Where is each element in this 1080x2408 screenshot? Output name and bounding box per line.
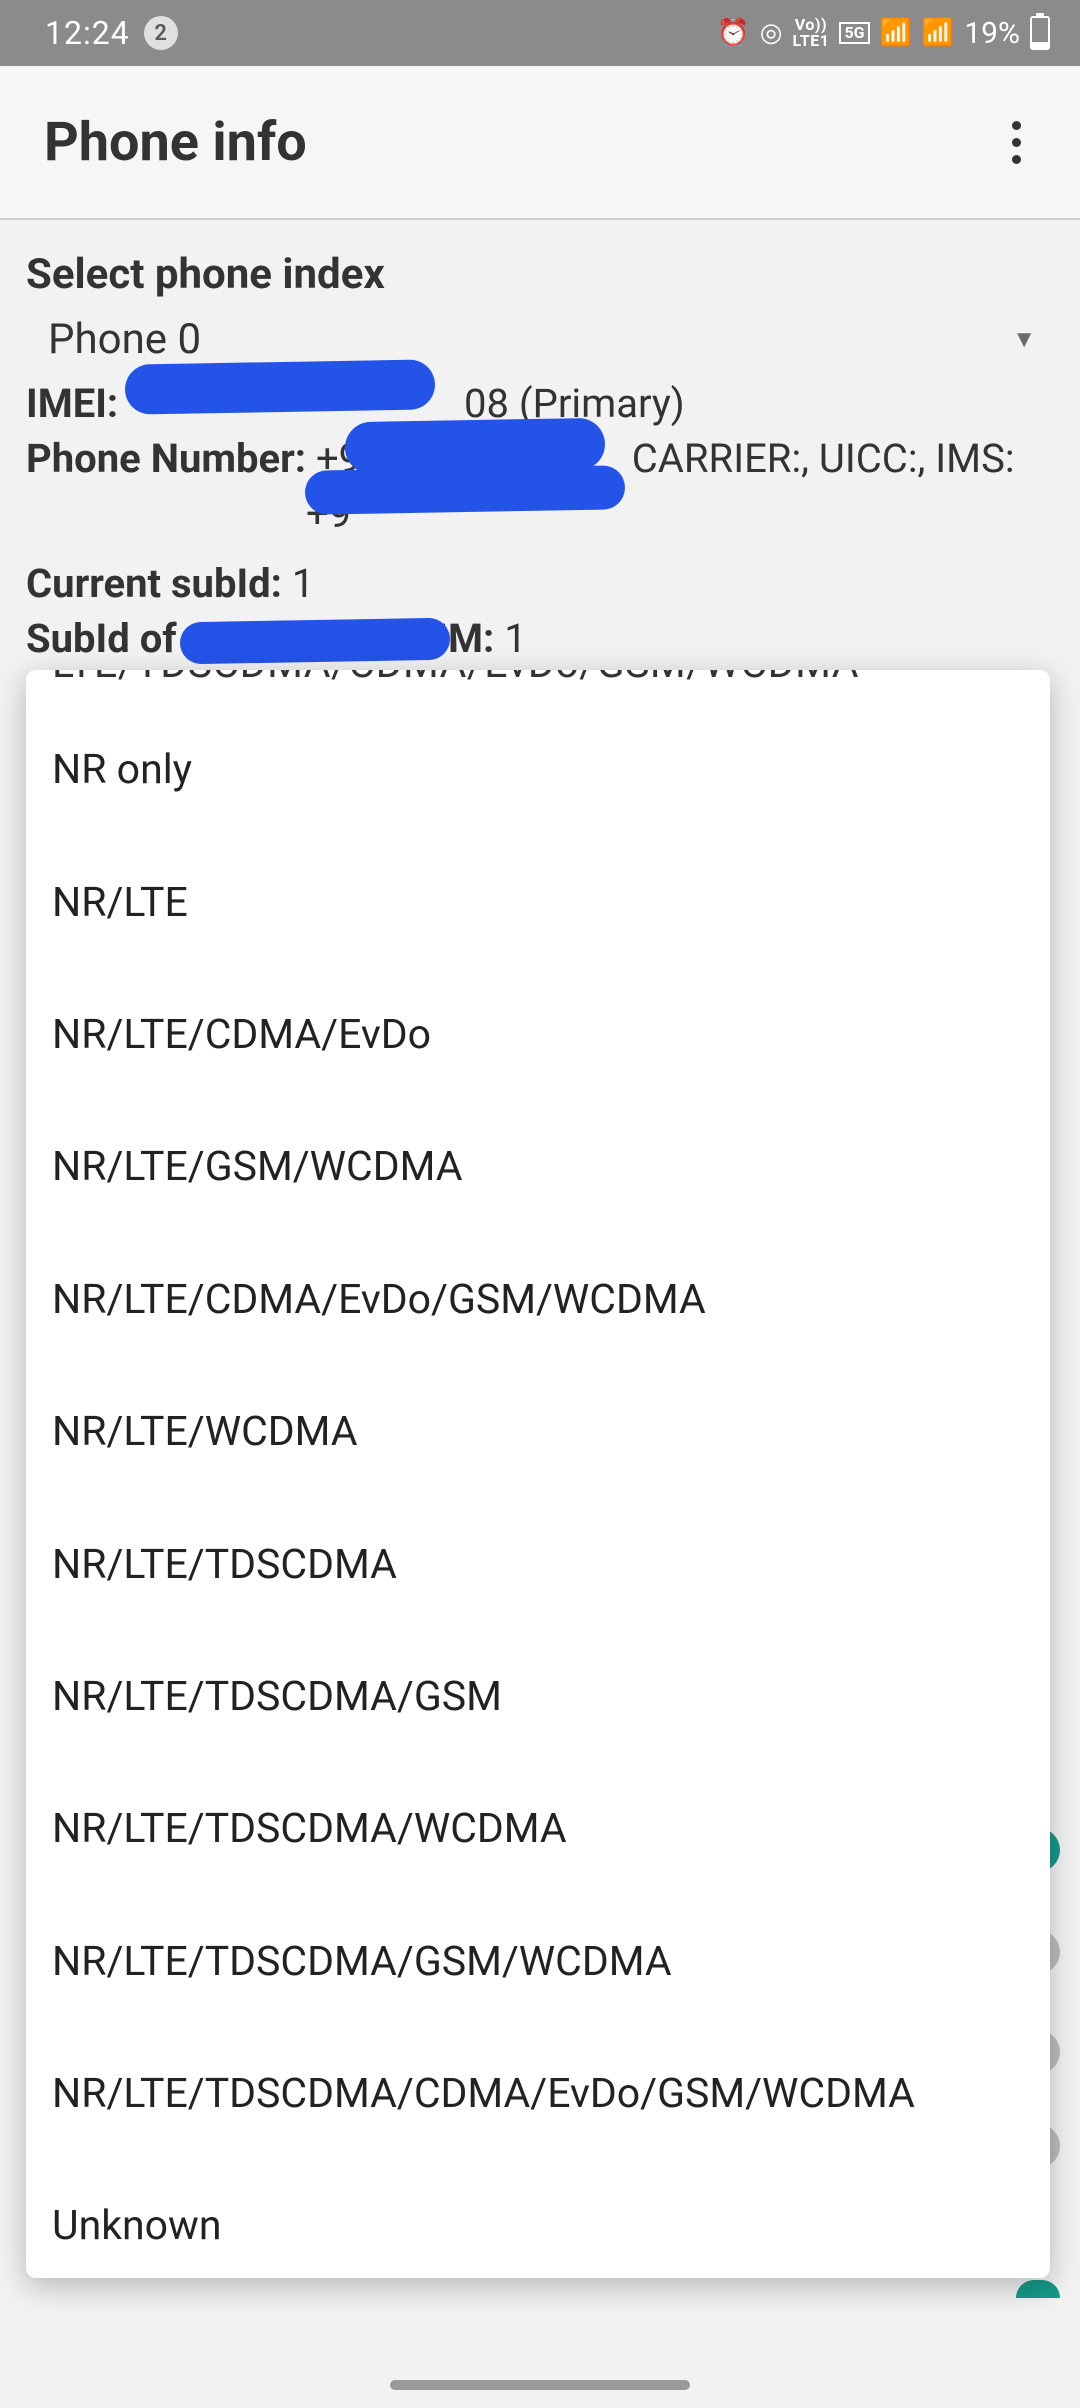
dropdown-item[interactable]: NR only <box>26 704 1050 836</box>
battery-icon <box>1030 16 1050 50</box>
dropdown-clipped-item[interactable]: LTE/TDSCDMA/CDMA/EvDo/GSM/WCDMA <box>26 670 1050 688</box>
dropdown-list[interactable]: NR only NR/LTE NR/LTE/CDMA/EvDo NR/LTE/G… <box>26 688 1050 2278</box>
current-subid-line: Current subId: 1 <box>26 558 1054 609</box>
redaction-mark <box>125 359 436 414</box>
toggle-peek[interactable] <box>1016 2280 1060 2298</box>
network-mode-dropdown[interactable]: LTE/TDSCDMA/CDMA/EvDo/GSM/WCDMA NR only … <box>26 670 1050 2278</box>
dropdown-item[interactable]: NR/LTE/TDSCDMA/CDMA/EvDo/GSM/WCDMA <box>26 2028 1050 2160</box>
redaction-mark <box>180 618 451 665</box>
navigation-handle[interactable] <box>390 2380 690 2390</box>
battery-percent: 19% <box>964 16 1020 51</box>
dropdown-item[interactable]: NR/LTE/TDSCDMA/GSM <box>26 1631 1050 1763</box>
status-left: 12:24 2 <box>45 14 178 52</box>
five-g-icon: 5G <box>839 22 869 44</box>
dropdown-item[interactable]: NR/LTE/TDSCDMA/GSM/WCDMA <box>26 1896 1050 2028</box>
dropdown-item[interactable]: NR/LTE <box>26 836 1050 968</box>
app-bar: Phone info <box>0 66 1080 220</box>
page-title: Phone info <box>44 111 307 174</box>
dropdown-arrow-icon: ▼ <box>1012 325 1036 354</box>
dropdown-item[interactable]: NR/LTE/TDSCDMA <box>26 1498 1050 1630</box>
dropdown-item[interactable]: NR/LTE/TDSCDMA/WCDMA <box>26 1763 1050 1895</box>
select-phone-index-label: Select phone index <box>26 250 1054 299</box>
status-right: ⏰ ◎ Vo)) LTE1 5G 📶 📶 19% <box>717 16 1050 51</box>
dropdown-item[interactable]: NR/LTE/CDMA/EvDo/GSM/WCDMA <box>26 1234 1050 1366</box>
overflow-menu-button[interactable] <box>992 118 1040 166</box>
signal-icon-2: 📶 <box>922 18 954 48</box>
dropdown-item[interactable]: NR/LTE/GSM/WCDMA <box>26 1101 1050 1233</box>
hotspot-icon: ◎ <box>760 18 783 48</box>
signal-icon-1: 📶 <box>880 18 912 48</box>
volte-icon: Vo)) LTE1 <box>792 17 829 49</box>
alarm-icon: ⏰ <box>717 18 749 48</box>
more-vert-icon <box>1012 121 1021 130</box>
dropdown-item[interactable]: NR/LTE/CDMA/EvDo <box>26 969 1050 1101</box>
dropdown-item[interactable]: Unknown <box>26 2160 1050 2278</box>
dropdown-item[interactable]: NR/LTE/WCDMA <box>26 1366 1050 1498</box>
notification-count-badge: 2 <box>144 16 178 50</box>
status-time: 12:24 <box>45 14 130 52</box>
status-bar: 12:24 2 ⏰ ◎ Vo)) LTE1 5G 📶 📶 19% <box>0 0 1080 66</box>
spinner-value: Phone 0 <box>48 315 201 364</box>
redaction-mark <box>305 465 626 515</box>
